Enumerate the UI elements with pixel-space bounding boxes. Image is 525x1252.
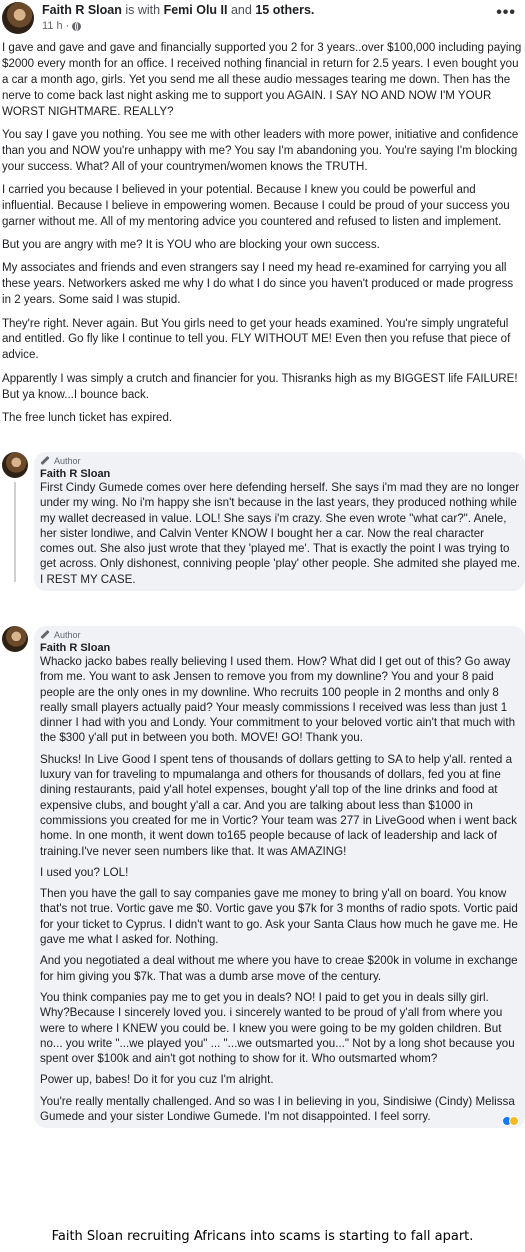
- post-paragraph: My associates and friends and even stran…: [2, 262, 514, 307]
- facebook-post: Faith R Sloan is with Femi Olu II and 15…: [0, 0, 525, 1226]
- post-body: I gave and gave and gave and financially…: [2, 41, 523, 434]
- thread-line: [14, 482, 16, 582]
- post-paragraph: Apparently I was simply a crutch and fin…: [2, 372, 518, 401]
- post-paragraph: The free lunch ticket has expired.: [2, 411, 173, 424]
- author-badge-label: Author: [54, 629, 81, 640]
- author-badge-label: Author: [54, 455, 81, 466]
- pencil-icon: [40, 629, 50, 640]
- pencil-icon: [40, 455, 50, 466]
- tagged-person[interactable]: Femi Olu II: [164, 3, 228, 17]
- comment-bubble: Author Faith R Sloan Whacko jacko babes …: [34, 626, 525, 1129]
- comment-paragraph: I used you? LOL!: [40, 865, 129, 879]
- comment-bubble: Author Faith R Sloan First Cindy Gumede …: [34, 452, 525, 592]
- post-paragraph: I gave and gave and gave and financially…: [2, 42, 522, 118]
- image-caption: Faith Sloan recruiting Africans into sca…: [51, 1229, 474, 1244]
- commenter-name[interactable]: Faith R Sloan: [40, 468, 521, 480]
- comment-paragraph: Then you have the gall to say companies …: [40, 887, 518, 947]
- and-text: and: [230, 3, 252, 17]
- comment-paragraph: First Cindy Gumede comes over here defen…: [40, 481, 521, 586]
- post-paragraph: You say I gave you nothing. You see me w…: [2, 128, 519, 173]
- comment-text: Whacko jacko babes really believing I us…: [40, 654, 521, 1124]
- post-meta: 11 h ·: [42, 20, 82, 32]
- commenter-avatar[interactable]: [2, 452, 28, 478]
- haha-reaction-icon: [509, 1116, 519, 1127]
- post-paragraph: They're right. Never again. But You girl…: [2, 317, 511, 362]
- post-author-line: Faith R Sloan is with Femi Olu II and 15…: [42, 3, 314, 17]
- author-avatar[interactable]: [2, 2, 34, 34]
- globe-icon: [72, 21, 82, 31]
- with-text: is with: [125, 3, 161, 17]
- tagged-others-link[interactable]: 15 others.: [255, 3, 314, 17]
- comment-text: First Cindy Gumede comes over here defen…: [40, 480, 521, 587]
- comment-paragraph: You think companies pay me to get you in…: [40, 990, 515, 1066]
- post-paragraph: I carried you because I believed in your…: [2, 184, 510, 228]
- author-badge: Author: [40, 629, 521, 640]
- author-badge: Author: [40, 455, 521, 466]
- author-name[interactable]: Faith R Sloan: [42, 3, 122, 17]
- more-options-icon[interactable]: •••: [496, 4, 516, 22]
- comment-paragraph: You're really mentally challenged. And s…: [40, 1094, 515, 1124]
- comment-paragraph: And you negotiated a deal without me whe…: [40, 954, 518, 983]
- commenter-avatar[interactable]: [2, 626, 28, 652]
- post-time[interactable]: 11 h ·: [42, 20, 69, 32]
- comment-paragraph: Shucks! In Live Good I spent tens of tho…: [40, 752, 517, 858]
- post-header: Faith R Sloan is with Femi Olu II and 15…: [2, 2, 522, 36]
- comment-paragraph: Power up, babes! Do it for you cuz I'm a…: [40, 1073, 274, 1087]
- comment-paragraph: Whacko jacko babes really believing I us…: [40, 655, 516, 745]
- comment-reactions[interactable]: [502, 1116, 519, 1127]
- commenter-name[interactable]: Faith R Sloan: [40, 642, 521, 654]
- post-paragraph: But you are angry with me? It is YOU who…: [2, 239, 380, 252]
